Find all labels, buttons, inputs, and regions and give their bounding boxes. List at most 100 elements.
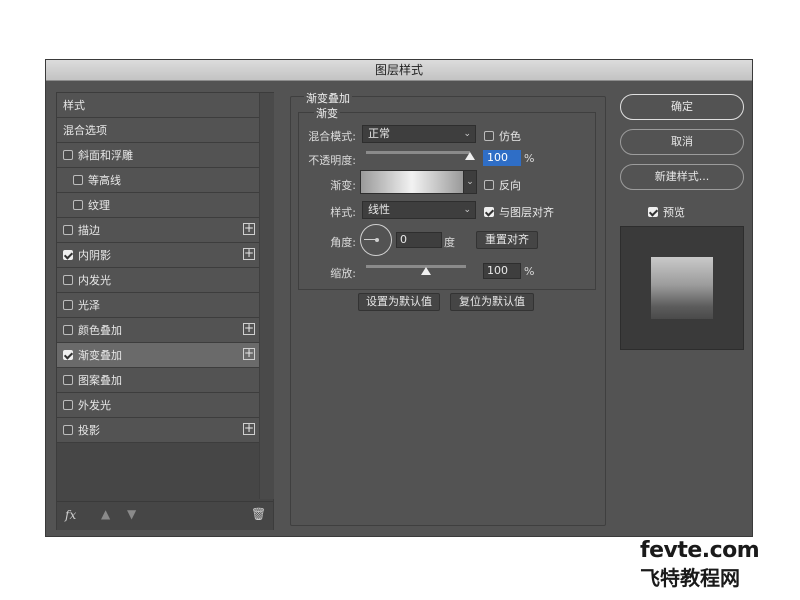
subgroup-title: 渐变	[314, 105, 340, 121]
reset-default-button[interactable]: 复位为默认值	[450, 293, 534, 311]
dialog-title: 图层样式	[46, 60, 752, 81]
move-up-icon[interactable]: ▲	[101, 507, 110, 521]
watermark-site-name: 飞特教程网	[640, 566, 740, 590]
effect-checkbox[interactable]	[63, 425, 73, 435]
set-default-button[interactable]: 设置为默认值	[358, 293, 440, 311]
gradient-label: 渐变:	[330, 179, 356, 192]
effect-checkbox[interactable]	[73, 175, 83, 185]
add-effect-icon[interactable]: +	[243, 347, 255, 360]
effect-label: 渐变叠加	[78, 349, 122, 362]
effect-checkbox[interactable]	[63, 325, 73, 335]
effects-list: 样式混合选项斜面和浮雕等高线纹理描边 + 内阴影 + 内发光光泽颜色叠加 + 渐变叠加 + 图案…	[57, 93, 259, 443]
opacity-unit: %	[524, 152, 535, 165]
align-check[interactable]	[484, 207, 494, 217]
add-effect-icon[interactable]: +	[243, 322, 255, 335]
opacity-input[interactable]: 100	[483, 150, 521, 166]
preview-check[interactable]	[648, 207, 658, 217]
scale-label: 缩放:	[330, 267, 356, 280]
effect-checkbox[interactable]	[63, 300, 73, 310]
effect-checkbox[interactable]	[63, 225, 73, 235]
angle-label: 角度:	[330, 236, 356, 249]
effect-label: 内阴影	[78, 249, 111, 262]
trash-icon[interactable]: 🗑	[251, 507, 266, 521]
effect-label: 投影	[78, 424, 100, 437]
angle-dial[interactable]	[360, 224, 392, 256]
style-select[interactable]: 线性 ⌄	[362, 201, 476, 219]
effect-checkbox[interactable]	[73, 200, 83, 210]
blend-mode-value: 正常	[368, 127, 390, 140]
scale-slider-track[interactable]	[366, 265, 466, 268]
effect-label: 纹理	[88, 199, 110, 212]
effect-item[interactable]: 描边 +	[57, 218, 259, 243]
align-with-layer-checkbox[interactable]: 与图层对齐	[484, 204, 554, 220]
effect-label: 光泽	[78, 299, 100, 312]
effect-item[interactable]: 混合选项	[57, 118, 259, 143]
preview-checkbox[interactable]: 预览	[648, 204, 685, 220]
ok-button[interactable]: 确定	[620, 94, 744, 120]
effect-item[interactable]: 样式	[57, 93, 259, 118]
effect-label: 样式	[63, 99, 85, 112]
preview-label: 预览	[663, 206, 685, 219]
layer-style-dialog: 图层样式 样式 混合选项 斜面和浮雕 等高线 纹理 描边 + 内阴影 + 内发光 光泽 颜色叠加 + 渐变…	[46, 60, 752, 536]
effects-list-panel: 样式混合选项斜面和浮雕等高线纹理描边 + 内阴影 + 内发光光泽颜色叠加 + 渐变叠加 + 图案…	[56, 92, 274, 530]
reverse-checkbox[interactable]: 反向	[484, 177, 521, 193]
effect-item[interactable]: 外发光	[57, 393, 259, 418]
effect-item[interactable]: 内阴影 +	[57, 243, 259, 268]
effect-item[interactable]: 颜色叠加 +	[57, 318, 259, 343]
add-effect-icon[interactable]: +	[243, 422, 255, 435]
reverse-label: 反向	[499, 179, 521, 192]
effects-list-scrollbar[interactable]	[259, 93, 274, 499]
new-style-button[interactable]: 新建样式...	[620, 164, 744, 190]
effect-label: 颜色叠加	[78, 324, 122, 337]
effect-item[interactable]: 内发光	[57, 268, 259, 293]
watermark-domain: fevte.com	[640, 538, 760, 563]
degree-unit: 度	[444, 236, 455, 249]
move-down-icon[interactable]: ▼	[127, 507, 136, 521]
effect-checkbox[interactable]	[63, 350, 73, 360]
style-preview	[620, 226, 744, 350]
effect-item[interactable]: 图案叠加	[57, 368, 259, 393]
fx-icon[interactable]: fx	[65, 508, 76, 522]
effect-checkbox[interactable]	[63, 275, 73, 285]
effect-label: 描边	[78, 224, 100, 237]
effect-checkbox[interactable]	[63, 375, 73, 385]
scale-slider-thumb[interactable]	[421, 267, 431, 275]
gradient-picker[interactable]	[360, 170, 464, 194]
blend-mode-select[interactable]: 正常 ⌄	[362, 125, 476, 143]
add-effect-icon[interactable]: +	[243, 247, 255, 260]
dither-checkbox[interactable]: 仿色	[484, 128, 521, 144]
scale-unit: %	[524, 265, 535, 278]
effects-toolbar: fx ▲ ▼ 🗑	[57, 501, 273, 530]
effect-item[interactable]: 斜面和浮雕	[57, 143, 259, 168]
angle-input[interactable]: 0	[396, 232, 442, 248]
effect-checkbox[interactable]	[63, 150, 73, 160]
effect-item[interactable]: 光泽	[57, 293, 259, 318]
style-value: 线性	[368, 203, 390, 216]
cancel-button[interactable]: 取消	[620, 129, 744, 155]
effect-label: 混合选项	[63, 124, 107, 137]
effect-label: 等高线	[88, 174, 121, 187]
effect-item[interactable]: 投影 +	[57, 418, 259, 443]
effect-label: 外发光	[78, 399, 111, 412]
effect-item[interactable]: 渐变叠加 +	[57, 343, 259, 368]
dither-check[interactable]	[484, 131, 494, 141]
opacity-slider-thumb[interactable]	[465, 152, 475, 160]
chevron-down-icon: ⌄	[463, 205, 471, 215]
scale-input[interactable]: 100	[483, 263, 521, 279]
effect-label: 图案叠加	[78, 374, 122, 387]
dither-label: 仿色	[499, 130, 521, 143]
add-effect-icon[interactable]: +	[243, 222, 255, 235]
reverse-check[interactable]	[484, 180, 494, 190]
chevron-down-icon: ⌄	[463, 129, 471, 139]
group-title: 渐变叠加	[304, 90, 352, 106]
effect-item[interactable]: 等高线	[57, 168, 259, 193]
gradient-dropdown-icon[interactable]: ⌄	[463, 170, 477, 194]
effect-checkbox[interactable]	[63, 250, 73, 260]
opacity-label: 不透明度:	[308, 154, 356, 167]
align-label: 与图层对齐	[499, 206, 554, 219]
effect-checkbox[interactable]	[63, 400, 73, 410]
preview-swatch	[651, 257, 713, 319]
reset-alignment-button[interactable]: 重置对齐	[476, 231, 538, 249]
effect-item[interactable]: 纹理	[57, 193, 259, 218]
opacity-slider-track[interactable]	[366, 151, 470, 154]
